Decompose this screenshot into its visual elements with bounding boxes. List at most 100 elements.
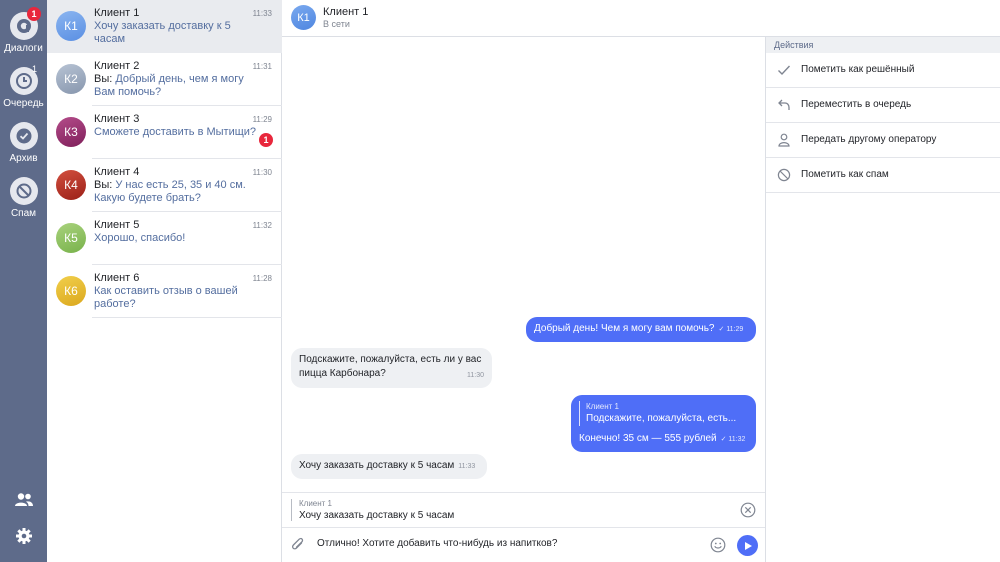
message-area[interactable]: Добрый день! Чем я могу вам помочь? ✓ 11:… xyxy=(282,37,765,492)
divider xyxy=(92,317,282,318)
dialog-time: 11:29 xyxy=(252,115,272,124)
dialog-prefix: Вы: xyxy=(94,179,116,191)
dialog-preview: Хорошо, спасибо! xyxy=(94,232,259,245)
composer xyxy=(282,527,765,562)
message-time: 11:33 xyxy=(458,463,476,470)
reply-author: Клиент 1 xyxy=(299,499,332,508)
nav-spam-label: Спам xyxy=(10,208,37,219)
avatar: К1 xyxy=(56,11,86,41)
archive-check-icon xyxy=(9,122,38,150)
nav-archive[interactable]: Архив xyxy=(0,122,47,164)
nav-rail: Диалоги 1 Очередь 1 Архив Спам xyxy=(0,0,47,562)
action-label: Передать другому оператору xyxy=(801,134,937,145)
nav-archive-label: Архив xyxy=(9,153,38,164)
dialog-item-client-2[interactable]: К2 Клиент 2 11:31 Вы: Добрый день, чем я… xyxy=(47,53,282,106)
reply-quote: Клиент 1 Хочу заказать доставку к 5 часа… xyxy=(291,499,454,521)
person-icon xyxy=(777,133,791,150)
dialog-name: Клиент 4 xyxy=(94,166,140,178)
dialog-item-client-5[interactable]: К5 Клиент 5 11:32 Хорошо, спасибо! xyxy=(47,212,282,265)
action-transfer-operator[interactable]: Передать другому оператору xyxy=(766,123,1000,158)
dialogs-unread-badge: 1 xyxy=(27,7,41,21)
chat-title: Клиент 1 xyxy=(323,6,369,18)
avatar: К1 xyxy=(291,5,316,30)
reply-text: Хочу заказать доставку к 5 часам xyxy=(299,510,455,521)
message-time: ✓ 11:29 xyxy=(718,326,744,333)
dialog-time: 11:33 xyxy=(252,9,272,18)
spam-block-icon xyxy=(9,177,38,205)
dialog-list: К1 Клиент 1 11:33 Хочу заказать доставку… xyxy=(47,0,282,562)
dialog-preview-text: Добрый день, чем я могу Вам помочь? xyxy=(94,73,244,98)
settings-gear-icon[interactable] xyxy=(0,527,47,545)
message-incoming: Подскажите, пожалуйста, есть ли у вас пи… xyxy=(291,348,492,388)
avatar: К3 xyxy=(56,117,86,147)
close-reply-icon[interactable] xyxy=(740,502,756,521)
dialog-time: 11:28 xyxy=(252,274,272,283)
actions-panel: Действия Пометить как решённый Перемести… xyxy=(765,37,1000,562)
actions-title: Действия xyxy=(766,37,1000,53)
dialog-item-client-1[interactable]: К1 Клиент 1 11:33 Хочу заказать доставку… xyxy=(47,0,282,53)
dialog-preview-text: У нас есть 25, 35 и 40 см. Какую будете … xyxy=(94,179,246,204)
dialog-time: 11:30 xyxy=(252,168,272,177)
dialog-time: 11:31 xyxy=(252,62,272,71)
action-mark-spam[interactable]: Пометить как спам xyxy=(766,158,1000,193)
message-text: Хочу заказать доставку к 5 часам xyxy=(299,460,455,471)
nav-dialogs-label: Диалоги xyxy=(4,43,43,54)
dialog-preview: Сможете доставить в Мытищи? xyxy=(94,126,259,139)
message-time: ✓ 11:32 xyxy=(720,436,746,443)
action-mark-resolved[interactable]: Пометить как решённый xyxy=(766,53,1000,88)
nav-spam[interactable]: Спам xyxy=(0,177,47,219)
reply-preview: Клиент 1 Хочу заказать доставку к 5 часа… xyxy=(282,492,765,527)
nav-queue-label: Очередь xyxy=(3,98,44,109)
dialog-item-client-6[interactable]: К6 Клиент 6 11:28 Как оставить отзыв о в… xyxy=(47,265,282,318)
quote-text: Подскажите, пожалуйста, есть... xyxy=(586,413,737,424)
dialog-preview: Как оставить отзыв о вашей работе? xyxy=(94,285,259,311)
dialog-time: 11:32 xyxy=(252,221,272,230)
dialog-name: Клиент 3 xyxy=(94,113,140,125)
queue-count: 1 xyxy=(32,64,38,74)
divider xyxy=(766,192,1000,193)
message-time: 11:30 xyxy=(467,372,484,379)
chat-status: В сети xyxy=(323,19,350,29)
return-arrow-icon xyxy=(777,98,791,115)
action-label: Переместить в очередь xyxy=(801,99,912,110)
dialog-item-client-4[interactable]: К4 Клиент 4 11:30 Вы: У нас есть 25, 35 … xyxy=(47,159,282,212)
dialog-name: Клиент 1 xyxy=(94,7,140,19)
dialog-preview: Вы: У нас есть 25, 35 и 40 см. Какую буд… xyxy=(94,179,259,205)
dialog-preview-text: Хорошо, спасибо! xyxy=(94,232,186,244)
dialog-name: Клиент 5 xyxy=(94,219,140,231)
action-label: Пометить как решённый xyxy=(801,64,915,75)
action-move-to-queue[interactable]: Переместить в очередь xyxy=(766,88,1000,123)
message-incoming: Хочу заказать доставку к 5 часам 11:33 xyxy=(291,454,487,479)
send-icon xyxy=(744,541,752,550)
avatar: К6 xyxy=(56,276,86,306)
message-outgoing: Добрый день! Чем я могу вам помочь? ✓ 11:… xyxy=(526,317,756,342)
quoted-message: Клиент 1 Подскажите, пожалуйста, есть... xyxy=(579,401,748,426)
check-icon xyxy=(777,63,791,80)
unread-badge: 1 xyxy=(259,133,273,147)
dialog-name: Клиент 6 xyxy=(94,272,140,284)
dialog-preview: Вы: Добрый день, чем я могу Вам помочь? xyxy=(94,73,259,99)
message-text: Конечно! 35 см — 555 рублей xyxy=(579,433,717,444)
dialog-preview-text: Как оставить отзыв о вашей работе? xyxy=(94,285,238,310)
avatar: К4 xyxy=(56,170,86,200)
avatar: К2 xyxy=(56,64,86,94)
block-icon xyxy=(777,168,791,185)
emoji-icon[interactable] xyxy=(710,537,726,556)
message-time-value: 11:32 xyxy=(728,436,746,443)
message-text: Подскажите, пожалуйста, есть ли у вас пи… xyxy=(299,354,482,379)
dialog-preview: Хочу заказать доставку к 5 часам xyxy=(94,20,259,46)
send-button[interactable] xyxy=(737,535,758,556)
dialog-item-client-3[interactable]: К3 Клиент 3 11:29 Сможете доставить в Мы… xyxy=(47,106,282,159)
message-input[interactable] xyxy=(317,538,702,549)
nav-queue[interactable]: Очередь xyxy=(0,67,47,109)
message-outgoing-reply: Клиент 1 Подскажите, пожалуйста, есть...… xyxy=(571,395,756,452)
avatar: К5 xyxy=(56,223,86,253)
users-icon[interactable] xyxy=(0,492,47,508)
attach-paperclip-icon[interactable] xyxy=(291,537,305,556)
dialog-prefix: Вы: xyxy=(94,73,116,85)
dialog-name: Клиент 2 xyxy=(94,60,140,72)
nav-dialogs[interactable]: Диалоги xyxy=(0,12,47,54)
dialog-preview-text: Сможете доставить в Мытищи? xyxy=(94,126,257,138)
message-time-value: 11:29 xyxy=(726,326,744,333)
quote-author: Клиент 1 xyxy=(586,402,619,411)
